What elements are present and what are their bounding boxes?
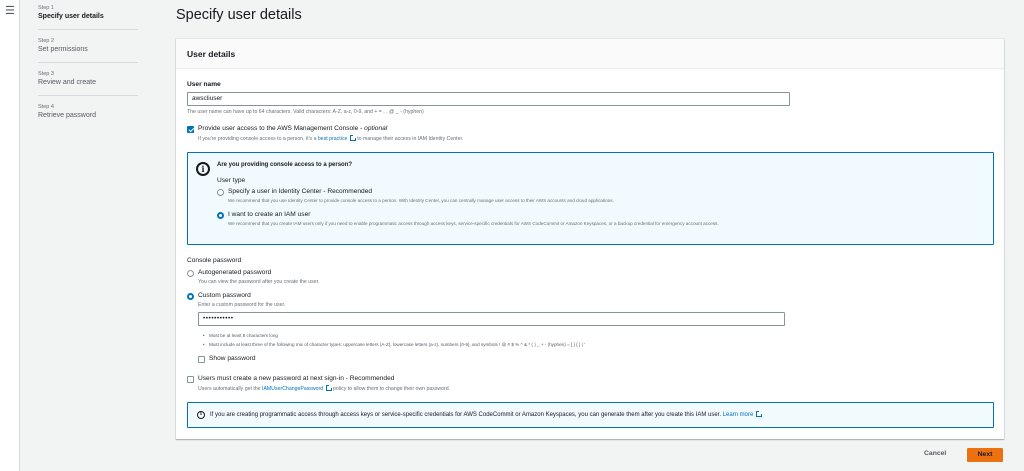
password-rule: Must include at least three of the follo… <box>203 340 585 349</box>
next-button[interactable]: Next <box>967 448 1003 462</box>
info-text: If you are creating programmatic access … <box>210 412 723 418</box>
step-name: Retrieve password <box>38 112 96 119</box>
step-name: Specify user details <box>38 13 104 20</box>
console-access-checkbox[interactable] <box>187 126 194 133</box>
reset-password-hint: Users automatically get the IAMUserChang… <box>198 385 450 392</box>
person-question: Are you providing console access to a pe… <box>217 162 353 168</box>
hint-text: If you're providing console access to a … <box>198 136 318 142</box>
optional-tag: optional <box>364 125 388 132</box>
autogenerated-radio[interactable] <box>187 270 194 277</box>
password-rule: Must be at least 8 characters long <box>203 331 585 340</box>
step-name: Review and create <box>38 79 96 86</box>
password-rules: Must be at least 8 characters long Must … <box>203 331 585 349</box>
console-access-info-box: i Are you providing console access to a … <box>187 152 994 245</box>
username-hint: The user name can have up to 64 characte… <box>187 109 424 115</box>
step-number: Step 4 <box>38 104 54 110</box>
hamburger-icon[interactable]: ☰ <box>5 4 15 17</box>
identity-center-label: Specify a user in Identity Center - Reco… <box>228 188 373 195</box>
step-4[interactable]: Step 4 Retrieve password <box>38 103 138 128</box>
custom-password-radio[interactable] <box>187 293 194 300</box>
password-label: Console password <box>187 257 242 264</box>
autogenerated-hint: You can view the password after you crea… <box>198 279 320 285</box>
step-name: Set permissions <box>38 46 88 53</box>
panel-title: User details <box>176 39 1004 69</box>
step-number: Step 1 <box>38 5 54 11</box>
reset-password-label: Users must create a new password at next… <box>198 375 395 382</box>
step-number: Step 2 <box>38 38 54 44</box>
programmatic-access-info: i If you are creating programmatic acces… <box>187 402 994 428</box>
iam-user-desc: We recommend that you create IAM users o… <box>228 221 719 226</box>
info-icon: i <box>196 162 210 176</box>
step-1[interactable]: Step 1 Specify user details <box>38 4 138 30</box>
console-access-hint: If you're providing console access to a … <box>198 135 463 142</box>
learn-more-link[interactable]: Learn more <box>723 412 754 418</box>
show-password-label: Show password <box>209 355 256 362</box>
step-2[interactable]: Step 2 Set permissions <box>38 37 138 63</box>
side-rail: ☰ <box>0 0 20 471</box>
iam-user-radio[interactable] <box>217 212 224 219</box>
hint-text: to manage their access in IAM Identity C… <box>355 136 464 142</box>
step-3[interactable]: Step 3 Review and create <box>38 70 138 96</box>
custom-password-hint: Enter a custom password for the user. <box>198 302 286 308</box>
best-practice-link[interactable]: best practice <box>318 136 347 142</box>
identity-center-radio[interactable] <box>217 189 224 196</box>
password-input[interactable]: ••••••••••• <box>198 312 785 326</box>
identity-center-desc: We recommend that you use Identity Cente… <box>228 198 614 203</box>
hint-text: policy to allow them to change their own… <box>331 386 451 392</box>
user-details-panel: User details User name awscliuser The us… <box>176 39 1004 439</box>
iam-user-label: I want to create an IAM user <box>228 211 311 218</box>
custom-password-label: Custom password <box>198 292 251 299</box>
wizard-steps: Step 1 Specify user details Step 2 Set p… <box>38 4 138 135</box>
cancel-button[interactable]: Cancel <box>924 450 946 457</box>
console-access-label: Provide user access to the AWS Managemen… <box>198 125 387 132</box>
external-link-icon <box>349 135 356 141</box>
autogenerated-label: Autogenerated password <box>198 269 272 276</box>
step-number: Step 3 <box>38 71 54 77</box>
user-type-label: User type <box>217 177 246 184</box>
page-title: Specify user details <box>176 7 302 23</box>
external-link-icon <box>325 385 332 391</box>
external-link-icon <box>756 411 763 417</box>
info-icon: i <box>197 411 205 419</box>
show-password-checkbox[interactable] <box>198 356 205 363</box>
username-input[interactable]: awscliuser <box>187 92 790 106</box>
iam-user-change-password-link[interactable]: IAMUserChangePassword <box>262 386 323 392</box>
reset-password-checkbox[interactable] <box>187 376 194 383</box>
username-label: User name <box>187 81 221 88</box>
console-access-text: Provide user access to the AWS Managemen… <box>198 125 365 132</box>
hint-text: Users automatically get the <box>198 386 263 392</box>
programmatic-access-text: If you are creating programmatic access … <box>210 411 763 418</box>
